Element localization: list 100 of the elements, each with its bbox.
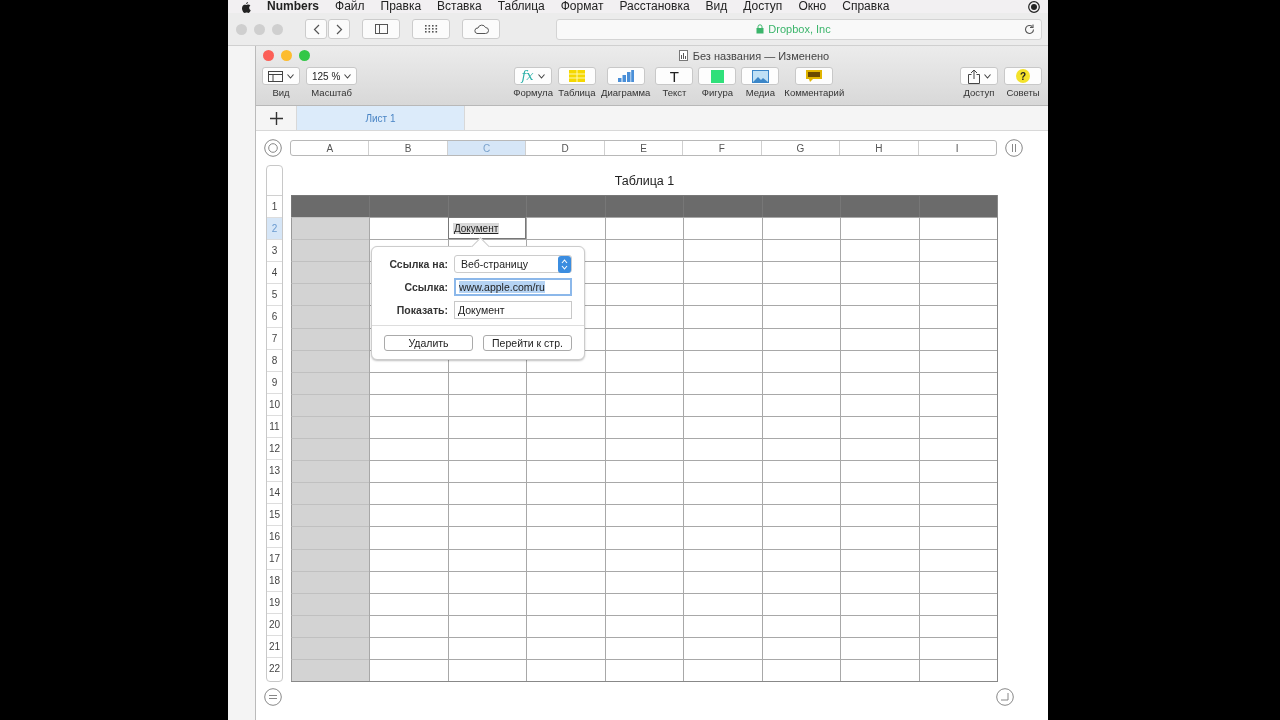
- table-cell[interactable]: [604, 526, 684, 549]
- table-cell[interactable]: [761, 239, 841, 262]
- table-cell[interactable]: [369, 592, 448, 615]
- table-cell[interactable]: [369, 195, 448, 218]
- table-cell[interactable]: [840, 195, 919, 218]
- table-cell[interactable]: [761, 195, 841, 218]
- sidebar-button[interactable]: [362, 19, 400, 39]
- row-header[interactable]: 13: [267, 460, 282, 482]
- table-cell[interactable]: [369, 482, 448, 505]
- column-header[interactable]: H: [840, 141, 919, 155]
- table-cell[interactable]: [291, 195, 370, 218]
- table-cell[interactable]: [761, 526, 841, 549]
- table-cell[interactable]: [604, 195, 684, 218]
- row-header[interactable]: 7: [267, 328, 282, 350]
- table-cell[interactable]: [761, 504, 841, 527]
- table-cell[interactable]: [526, 460, 605, 483]
- menu-item[interactable]: Правка: [380, 0, 422, 13]
- table-cell[interactable]: [683, 482, 762, 505]
- toolbar-button[interactable]: T: [655, 67, 694, 85]
- row-header[interactable]: 3: [267, 240, 282, 262]
- table-cell[interactable]: [291, 460, 370, 483]
- column-header[interactable]: I: [918, 141, 996, 155]
- table-cell[interactable]: [840, 548, 919, 571]
- table-cell[interactable]: [526, 415, 605, 439]
- table-cell[interactable]: [526, 438, 605, 461]
- table-cell[interactable]: [291, 217, 370, 240]
- table-cell[interactable]: [683, 195, 762, 218]
- table-cell[interactable]: [604, 460, 684, 483]
- table-cell[interactable]: [683, 393, 762, 416]
- menu-item[interactable]: Справка: [842, 0, 890, 13]
- table-cell[interactable]: [840, 371, 919, 394]
- column-header[interactable]: E: [604, 141, 684, 155]
- table-cell[interactable]: [604, 504, 684, 527]
- table-cell[interactable]: [918, 283, 997, 306]
- row-header[interactable]: 9: [267, 372, 282, 394]
- table-cell[interactable]: [840, 438, 919, 461]
- table-cell[interactable]: [526, 548, 605, 571]
- table-cell[interactable]: [291, 570, 370, 593]
- table-cell[interactable]: [369, 438, 448, 461]
- table-cell[interactable]: [840, 614, 919, 637]
- table-cell[interactable]: Документ: [447, 217, 527, 240]
- text-field[interactable]: Документ: [454, 301, 572, 319]
- table-cell[interactable]: [683, 415, 762, 439]
- table-cell[interactable]: [369, 526, 448, 549]
- table-cell[interactable]: [526, 482, 605, 505]
- table-cell[interactable]: [918, 261, 997, 284]
- row-header[interactable]: 19: [267, 592, 282, 614]
- table-cell[interactable]: [683, 239, 762, 262]
- table-cell[interactable]: [683, 504, 762, 527]
- column-header[interactable]: G: [761, 141, 841, 155]
- row-header[interactable]: 4: [267, 262, 282, 284]
- table-cell[interactable]: [291, 349, 370, 372]
- table-cell[interactable]: [840, 305, 919, 328]
- row-header[interactable]: 22: [267, 658, 282, 679]
- table-cell[interactable]: [291, 327, 370, 350]
- toolbar-button[interactable]: [960, 67, 998, 85]
- table-cell[interactable]: [526, 636, 605, 659]
- table-cell[interactable]: [840, 460, 919, 483]
- row-header[interactable]: 11: [267, 416, 282, 438]
- table-cell[interactable]: [291, 393, 370, 416]
- popover-button[interactable]: Удалить: [384, 335, 473, 351]
- table-cell[interactable]: [291, 438, 370, 461]
- row-header[interactable]: 15: [267, 504, 282, 526]
- table-cell[interactable]: [683, 261, 762, 284]
- table-cell[interactable]: [526, 393, 605, 416]
- window-control[interactable]: [272, 23, 283, 35]
- table-cell[interactable]: [918, 305, 997, 328]
- table-cell[interactable]: [291, 504, 370, 527]
- cell-link[interactable]: Документ: [452, 223, 500, 235]
- table-cell[interactable]: [526, 592, 605, 615]
- table-cell[interactable]: [683, 371, 762, 394]
- table-cell[interactable]: [840, 658, 919, 682]
- table-cell[interactable]: [840, 283, 919, 306]
- table-cell[interactable]: [291, 305, 370, 328]
- row-header[interactable]: 20: [267, 614, 282, 636]
- table-cell[interactable]: [683, 327, 762, 350]
- window-control[interactable]: [263, 50, 274, 61]
- grid-button[interactable]: [412, 19, 450, 39]
- table-cell[interactable]: [918, 438, 997, 461]
- forward-button[interactable]: [328, 19, 350, 39]
- table-cell[interactable]: [683, 438, 762, 461]
- table-cell[interactable]: [683, 349, 762, 372]
- column-header[interactable]: B: [369, 141, 448, 155]
- table-cell[interactable]: [526, 195, 605, 218]
- window-control[interactable]: [254, 23, 265, 35]
- table-cell[interactable]: [840, 327, 919, 350]
- column-header[interactable]: D: [526, 141, 605, 155]
- toolbar-button[interactable]: 125 %: [306, 67, 358, 85]
- table-cell[interactable]: [840, 393, 919, 416]
- table-cell[interactable]: [369, 415, 448, 439]
- cloud-button[interactable]: [462, 19, 500, 39]
- row-header[interactable]: 16: [267, 526, 282, 548]
- table-cell[interactable]: [840, 349, 919, 372]
- table-cell[interactable]: [447, 195, 527, 218]
- menu-item[interactable]: Вид: [705, 0, 728, 13]
- row-header[interactable]: 5: [267, 284, 282, 306]
- table-cell[interactable]: [291, 371, 370, 394]
- table-cell[interactable]: [683, 305, 762, 328]
- table-cell[interactable]: [447, 438, 527, 461]
- table-cell[interactable]: [918, 460, 997, 483]
